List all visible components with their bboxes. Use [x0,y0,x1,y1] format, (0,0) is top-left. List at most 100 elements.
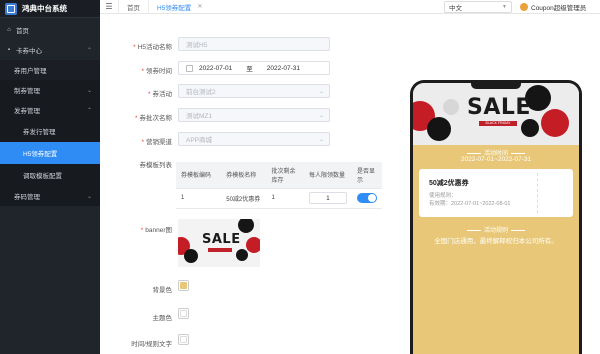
phone-notch [471,83,521,89]
language-value: 中文 [449,5,462,12]
preview-banner: SALE BLACK FRIDAY [413,83,579,145]
activity-select[interactable]: 前台测试2 ⌄ [178,84,330,98]
end-date: 2022-07-31 [266,64,300,72]
cell-show [352,188,382,209]
sidebar-item-label: 券发行管理 [23,129,56,136]
sidebar-item-card-center[interactable]: ▪ 卡券中心 ⌃ [0,40,100,60]
text-color-picker[interactable] [178,334,189,345]
sidebar-item-label: 券用户管理 [14,68,47,75]
table-row: 1 50减2优惠券 1 1 [176,188,382,209]
sidebar-item-home[interactable]: ⌂ 首页 [0,20,100,40]
cell-name: 50减2优惠券 [221,188,267,209]
banner-sale-text: SALE [202,232,241,247]
sidebar-item-label: 卡券中心 [16,48,42,55]
balloon-shape [236,249,248,261]
app-logo-icon [5,2,17,15]
user-menu[interactable]: Coupon超级管理员 [520,1,586,13]
rules-text: 全国门店通用，最终解释权归本公司所有。 [434,238,558,245]
banner-image[interactable]: SALE [178,219,260,267]
cell-stock: 1 [266,188,304,209]
h5-config-form: * H5活动名称 测试H5 * 领券时间 2022-07-01 至 2022-07-… [100,14,400,354]
sidebar-item-h5-config[interactable]: H5领券配置 [0,142,100,164]
balloon-shape [427,117,451,141]
home-icon: ⌂ [7,27,11,33]
chevron-down-icon: ⌄ [86,87,92,94]
col-header: 券模板编码 [176,162,222,189]
user-name: Coupon超级管理员 [531,5,587,12]
sidebar-item-label: 发券管理 [14,108,40,115]
sidebar: 鸿典中台系统 ⌂ 首页 ▪ 卡券中心 ⌃ 券用户管理 制券管理 ⌄ 发券管理 ⌃… [0,0,100,354]
avatar [520,3,528,11]
date-range-picker[interactable]: 2022-07-01 至 2022-07-31 [178,61,330,75]
hamburger-icon[interactable]: ☰ [100,2,118,11]
activity-label: * 券活动 [147,91,172,98]
chevron-down-icon: ⌄ [86,193,92,200]
period-text: 2022-07-01~2022-07-31 [460,156,532,163]
name-label: * H5活动名称 [133,44,172,51]
mobile-preview: SALE BLACK FRIDAY 活动时间 2022-07-01~2022-0… [410,80,582,354]
chevron-down-icon: ▼ [502,4,507,10]
cell-code: 1 [176,188,222,209]
table-header-row: 券模板编码 券模板名称 批次剩余库存 每人限领数量 是否显示 [176,162,382,189]
top-bar: ☰ 首页 H5领券配置 ✕ 中文 ▼ Coupon超级管理员 [100,0,600,14]
col-header: 是否显示 [352,162,382,189]
bg-color-picker[interactable] [178,280,189,291]
channel-select[interactable]: APP商城 ⌄ [178,132,330,146]
balloon-shape [246,237,260,253]
coupon-usage: 使用规则： [429,193,457,199]
sidebar-item-label: 首页 [16,28,29,35]
chevron-down-icon: ⌄ [318,136,324,143]
chevron-up-icon: ⌃ [86,107,92,114]
rules-heading: 活动规则 [413,225,579,234]
coupon-card[interactable]: 50减2优惠券 使用规则： 有效期：2022-07-01~2022-08-01 [419,169,573,217]
tab-h5-config[interactable]: H5领券配置 ✕ [148,0,210,14]
sidebar-item-coupon-make[interactable]: 制券管理 ⌄ [0,80,100,100]
sidebar-item-label: 券码管理 [14,194,40,201]
sidebar-item-label: 制券管理 [14,88,40,95]
channel-label: * 营销渠道 [141,139,172,146]
theme-color-swatch [180,310,187,317]
sidebar-item-template-config[interactable]: 调取模板配置 [0,164,100,186]
text-color-swatch [180,336,187,343]
show-toggle[interactable] [357,193,377,203]
batch-select[interactable]: 测试MZ1 ⌄ [178,108,330,122]
sidebar-item-coupon-users[interactable]: 券用户管理 [0,60,100,80]
language-select[interactable]: 中文 ▼ [444,1,512,13]
calendar-icon [186,64,193,72]
app-brand: 鸿典中台系统 [0,0,100,18]
h5-name-input[interactable]: 测试H5 [178,37,330,51]
tab-label: H5领券配置 [157,4,192,12]
sidebar-item-code-manage[interactable]: 券码管理 ⌄ [0,186,100,206]
sidebar-item-coupon-issue[interactable]: 发券管理 ⌃ [0,100,100,120]
col-header: 每人限领数量 [303,162,352,189]
tab-home[interactable]: 首页 [118,0,148,14]
theme-color-picker[interactable] [178,308,189,319]
sidebar-item-label: 调取模板配置 [23,173,62,180]
bg-color-swatch [180,282,187,289]
period-text-label: 时间/规则文字 [131,341,172,348]
card-icon: ▪ [7,47,11,53]
batch-label: * 券批次名称 [134,115,172,122]
cell-limit: 1 [303,188,352,209]
app-title: 鸿典中台系统 [22,4,67,13]
sidebar-item-issue-manage[interactable]: 券发行管理 [0,120,100,142]
chevron-down-icon: ⌄ [318,112,324,119]
start-date: 2022-07-01 [199,64,233,72]
chevron-up-icon: ⌃ [86,47,92,54]
coupon-title: 50减2优惠券 [429,180,469,187]
col-header: 券模板名称 [221,162,267,189]
chevron-down-icon: ⌄ [318,88,324,95]
limit-input[interactable]: 1 [308,192,347,204]
bg-color-label: 背景色 [152,287,173,294]
banner-label: * banner图 [140,227,172,234]
balloon-shape [184,249,198,263]
balloon-shape [521,119,539,137]
range-separator: 至 [246,66,253,73]
balloon-shape [541,109,569,137]
template-label: 券模板列表 [139,162,173,169]
close-icon[interactable]: ✕ [197,3,202,10]
preview-sale-text: SALE [467,95,531,120]
balloon-shape [238,219,254,233]
coupon-validity: 有效期：2022-07-01~2022-08-01 [429,201,511,207]
time-label: * 领券时间 [141,68,172,75]
